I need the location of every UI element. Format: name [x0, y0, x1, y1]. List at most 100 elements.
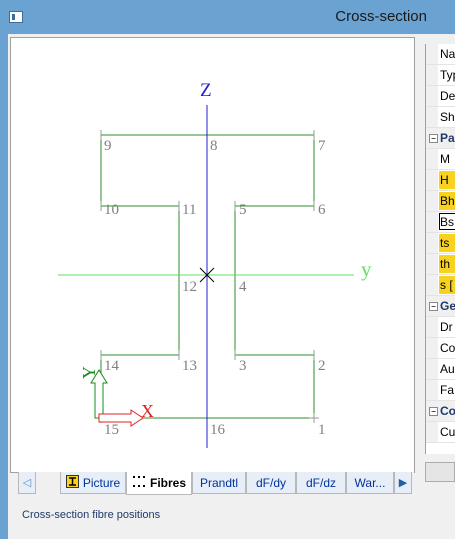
row-gutter	[426, 359, 438, 379]
row-gutter	[426, 191, 438, 211]
collapse-icon[interactable]: −	[429, 302, 438, 311]
fibre-label: 8	[210, 138, 218, 154]
collapse-icon[interactable]: −	[429, 407, 438, 416]
property-label: Co	[440, 404, 455, 418]
property-category[interactable]: − Pa	[426, 128, 455, 149]
row-gutter	[426, 86, 438, 106]
status-bar-text: Cross-section fibre positions	[22, 509, 161, 521]
tab-df-dy-label: dF/dy	[255, 476, 286, 490]
row-gutter	[426, 44, 438, 64]
view-tabs: ◁ Picture Fibres Prandtl dF/dy dF/dz War…	[18, 472, 414, 495]
tab-df-dz[interactable]: dF/dz	[296, 472, 346, 494]
fibre-label: 6	[318, 202, 326, 218]
property-row[interactable]: Bs	[426, 212, 455, 233]
chevron-left-icon: ◁	[22, 477, 32, 489]
collapse-icon[interactable]: −	[429, 134, 438, 143]
window-icon[interactable]	[9, 11, 23, 23]
fibre-label: 16	[210, 422, 226, 438]
tab-prandtl[interactable]: Prandtl	[192, 472, 246, 494]
local-x-label: X	[141, 401, 154, 421]
property-row[interactable]: Typ	[426, 65, 455, 86]
row-gutter	[426, 65, 438, 85]
property-row[interactable]: H	[426, 170, 455, 191]
property-row[interactable]: ts	[426, 233, 455, 254]
window-title: Cross-section	[335, 8, 427, 25]
row-gutter	[426, 149, 438, 169]
property-row[interactable]: Fa	[426, 380, 455, 401]
app-window: Cross-section Z y Y X 1 2 3 4 5 6 7 8 9 …	[0, 0, 455, 539]
property-row[interactable]: Nar	[426, 44, 455, 65]
property-label: Co	[440, 341, 455, 355]
y-axis-label: y	[361, 257, 372, 281]
tab-warping-label: War...	[354, 476, 386, 490]
property-label: Typ	[440, 68, 455, 82]
property-label: Sha	[440, 110, 455, 124]
tab-fibres[interactable]: Fibres	[126, 472, 192, 495]
property-label: Nar	[440, 47, 455, 61]
property-row[interactable]: Sha	[426, 107, 455, 128]
property-label: M	[440, 152, 450, 166]
property-row[interactable]: Dr	[426, 317, 455, 338]
fibre-label: 13	[182, 358, 197, 374]
property-label: th	[440, 257, 451, 271]
row-gutter	[426, 275, 438, 295]
row-gutter	[426, 317, 438, 337]
title-bar[interactable]: Cross-section	[0, 0, 455, 34]
property-row[interactable]: Co	[426, 338, 455, 359]
cross-section-canvas[interactable]: Z y Y X 1 2 3 4 5 6 7 8 9 10 11 12 13 14…	[10, 37, 415, 473]
local-y-label: Y	[79, 366, 99, 379]
property-label: ts	[440, 236, 450, 250]
z-axis-label: Z	[200, 80, 212, 101]
fibre-label: 10	[104, 202, 119, 218]
tab-picture-label: Picture	[82, 476, 121, 490]
tab-df-dy[interactable]: dF/dy	[246, 472, 296, 494]
property-label: Au	[440, 362, 455, 376]
property-row[interactable]: s [	[426, 275, 455, 296]
property-row[interactable]: M	[426, 149, 455, 170]
fibre-label: 15	[104, 422, 119, 438]
property-label: Cu	[440, 425, 455, 439]
row-gutter	[426, 338, 438, 358]
property-row[interactable]: th	[426, 254, 455, 275]
row-gutter	[426, 170, 438, 190]
property-label: s [	[440, 278, 453, 292]
row-gutter	[426, 212, 438, 232]
tab-picture[interactable]: Picture	[60, 472, 126, 494]
tab-warping[interactable]: War...	[346, 472, 394, 494]
fibre-label: 12	[182, 279, 197, 295]
fibre-label: 9	[104, 138, 112, 154]
tab-prandtl-label: Prandtl	[199, 476, 239, 490]
tab-scroll-left-button[interactable]: ◁	[18, 472, 36, 494]
window-frame	[0, 34, 8, 539]
tab-df-dz-label: dF/dz	[305, 476, 336, 490]
property-category[interactable]: − Ge	[426, 296, 455, 317]
chevron-right-icon: ▶	[398, 477, 408, 489]
property-label: Bh	[440, 194, 455, 208]
row-gutter	[426, 233, 438, 253]
row-gutter	[426, 380, 438, 400]
i-beam-icon	[65, 473, 79, 495]
fibre-ticks	[100, 130, 319, 423]
fibre-label: 14	[104, 358, 120, 374]
property-grid[interactable]: NarTypDetSha−PaMHBhBstsths [−GeDrCoAuFa−…	[425, 44, 455, 454]
row-gutter	[426, 254, 438, 274]
property-label: Bs	[440, 215, 455, 229]
row-gutter	[426, 422, 438, 442]
panel-button[interactable]	[425, 462, 455, 482]
fibre-label: 4	[239, 279, 247, 295]
property-row[interactable]: Det	[426, 86, 455, 107]
tab-scroll-right-button[interactable]: ▶	[394, 472, 412, 494]
fibre-label: 2	[318, 358, 326, 374]
fibre-label: 7	[318, 138, 326, 154]
local-axes: Y X	[79, 366, 154, 427]
property-row[interactable]: Au	[426, 359, 455, 380]
property-category[interactable]: − Co	[426, 401, 455, 422]
property-row[interactable]: Bh	[426, 191, 455, 212]
fibre-label: 11	[182, 202, 196, 218]
fibre-label: 1	[318, 422, 326, 438]
property-label: H	[440, 173, 449, 187]
property-row[interactable]: Cu	[426, 422, 455, 443]
fibre-label: 3	[239, 358, 247, 374]
cross-section-drawing: Z y Y X 1 2 3 4 5 6 7 8 9 10 11 12 13 14…	[58, 80, 372, 448]
property-label: Pa	[440, 131, 455, 145]
